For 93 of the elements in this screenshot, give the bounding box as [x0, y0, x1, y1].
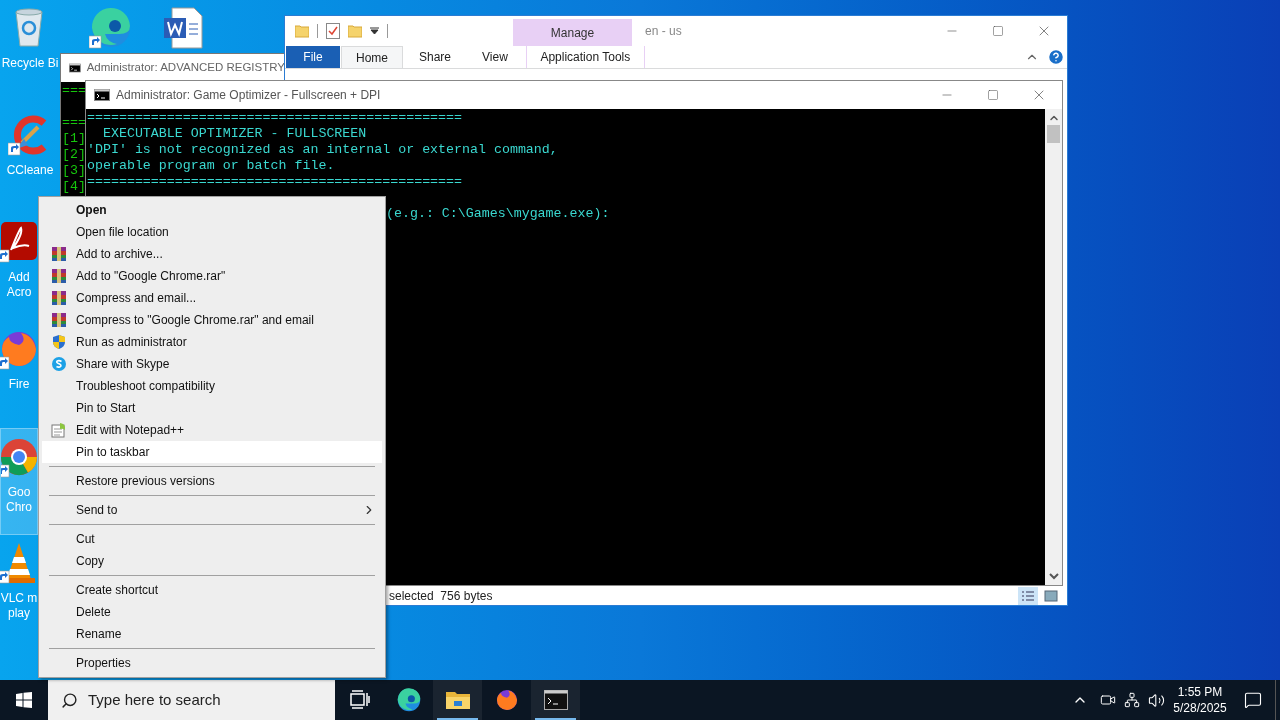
ribbon-tab[interactable]: View — [467, 46, 523, 68]
notepad-icon — [51, 422, 67, 438]
clock[interactable]: 1:55 PM 5/28/2025 — [1169, 684, 1231, 716]
menu-item[interactable]: Troubleshoot compatibility — [42, 375, 382, 397]
menu-item[interactable]: Compress to "Google Chrome.rar" and email — [42, 309, 382, 331]
menu-item[interactable]: Rename — [42, 623, 382, 645]
console-icon — [94, 89, 110, 101]
taskbar-app-button[interactable] — [531, 680, 580, 720]
console-line: =============================================== — [87, 174, 464, 190]
ribbon-tab[interactable]: Application Tools — [525, 46, 645, 68]
shortcut-label: Goo — [7, 485, 31, 500]
console-line: === — [62, 83, 86, 99]
document-app-icon[interactable] — [0, 220, 38, 264]
shortcut-label: VLC m — [0, 591, 38, 606]
window-title: Administrator: Game Optimizer - Fullscreen + DPI — [116, 87, 381, 104]
status-text: selected 756 bytes — [388, 587, 493, 605]
shortcut-label: Fire — [8, 377, 30, 392]
menu-item[interactable]: Copy — [42, 550, 382, 572]
shortcut-label: Add — [8, 270, 30, 285]
console-line: EXECUTABLE OPTIMIZER - FULLSCREEN — [101, 126, 368, 142]
menu-item[interactable]: Delete — [42, 601, 382, 623]
console-line: [4] — [62, 179, 86, 195]
word-document-icon[interactable] — [162, 6, 206, 50]
shortcut-label: Chro — [6, 500, 32, 515]
archive-books-icon — [51, 268, 67, 284]
list-icon — [1021, 589, 1035, 602]
shortcut-label: play — [8, 606, 30, 621]
console-line: (e.g.: C:\Games\mygame.exe): — [386, 206, 611, 222]
camera-icon[interactable] — [1100, 692, 1116, 708]
window-title: Administrator: ADVANCED REGISTRY — [86, 60, 285, 76]
notification-icon[interactable] — [1244, 691, 1262, 709]
context-tab-header: Manage — [513, 19, 632, 46]
menu-item[interactable]: Add to "Google Chrome.rar" — [42, 265, 382, 287]
dropdown-arrow-icon[interactable] — [370, 27, 379, 35]
console-line: operable program or batch file. — [87, 158, 336, 174]
menu-item[interactable]: Share with Skype — [42, 353, 382, 375]
console-line: [1] — [62, 131, 86, 147]
taskbar-app-button[interactable] — [433, 680, 482, 720]
menu-item[interactable]: Pin to Start — [42, 397, 382, 419]
shortcut-label: CCleane — [6, 163, 54, 178]
console-icon — [543, 690, 568, 710]
maximize-icon — [987, 89, 999, 101]
console-line: 'DPI' is not recognized as an internal or external command, — [87, 142, 559, 158]
ribbon-tab[interactable]: File — [286, 46, 340, 68]
thumbnail-icon — [1044, 589, 1058, 602]
menu-item[interactable]: Run as administrator — [42, 331, 382, 353]
menu-item[interactable]: Edit with Notepad++ — [42, 419, 382, 441]
console-line: =============================================== — [87, 110, 464, 126]
scroll-thumb[interactable] — [1047, 125, 1060, 143]
archive-books-icon — [51, 312, 67, 328]
help-icon[interactable] — [1047, 48, 1065, 66]
menu-item[interactable]: Create shortcut — [42, 579, 382, 601]
folder-icon — [348, 24, 362, 38]
task-view-icon — [348, 690, 371, 710]
browser-icon — [395, 687, 422, 713]
checklist-icon — [326, 23, 340, 39]
maximize-icon — [992, 25, 1004, 37]
menu-item[interactable]: Send to — [42, 499, 382, 521]
menu-item[interactable]: Pin to taskbar — [42, 441, 382, 463]
traffic-cone-icon[interactable] — [0, 541, 38, 585]
menu-item[interactable]: Cut — [42, 528, 382, 550]
shortcut-label: Recycle Bi — [1, 56, 59, 71]
menu-item[interactable]: Restore previous versions — [42, 470, 382, 492]
console-icon — [69, 62, 81, 74]
window-title: en - us — [645, 23, 682, 40]
ribbon-tab[interactable]: Home — [341, 46, 403, 68]
menu-item[interactable]: Open file location — [42, 221, 382, 243]
ribbon-tab[interactable]: Share — [404, 46, 467, 68]
scroll-down-icon[interactable] — [1047, 570, 1060, 582]
archive-books-icon — [51, 290, 67, 306]
network-icon[interactable] — [1124, 692, 1140, 708]
folder-icon — [295, 24, 309, 38]
menu-item[interactable]: Add to archive... — [42, 243, 382, 265]
search-icon — [61, 691, 78, 709]
details-view-button[interactable] — [1018, 586, 1038, 605]
running-indicator — [437, 718, 478, 720]
menu-item[interactable]: Compress and email... — [42, 287, 382, 309]
chat-bubble-icon — [51, 356, 67, 372]
running-indicator — [535, 718, 576, 720]
folder-icon — [444, 689, 471, 711]
browser-icon[interactable] — [89, 6, 133, 50]
console-line: [2] — [62, 147, 86, 163]
console-line: [3] — [62, 163, 86, 179]
console-line: === — [62, 115, 86, 131]
shield-icon — [51, 334, 67, 350]
search-box[interactable]: Type here to search — [48, 680, 335, 720]
menu-item[interactable]: Properties — [42, 652, 382, 674]
shortcut-label: Acro — [6, 285, 32, 300]
archive-books-icon — [51, 246, 67, 262]
scrollbar[interactable] — [1045, 109, 1062, 585]
search-field[interactable]: Type here to search — [88, 688, 318, 712]
speaker-icon[interactable] — [1148, 691, 1165, 709]
windows-logo-icon — [16, 692, 32, 708]
